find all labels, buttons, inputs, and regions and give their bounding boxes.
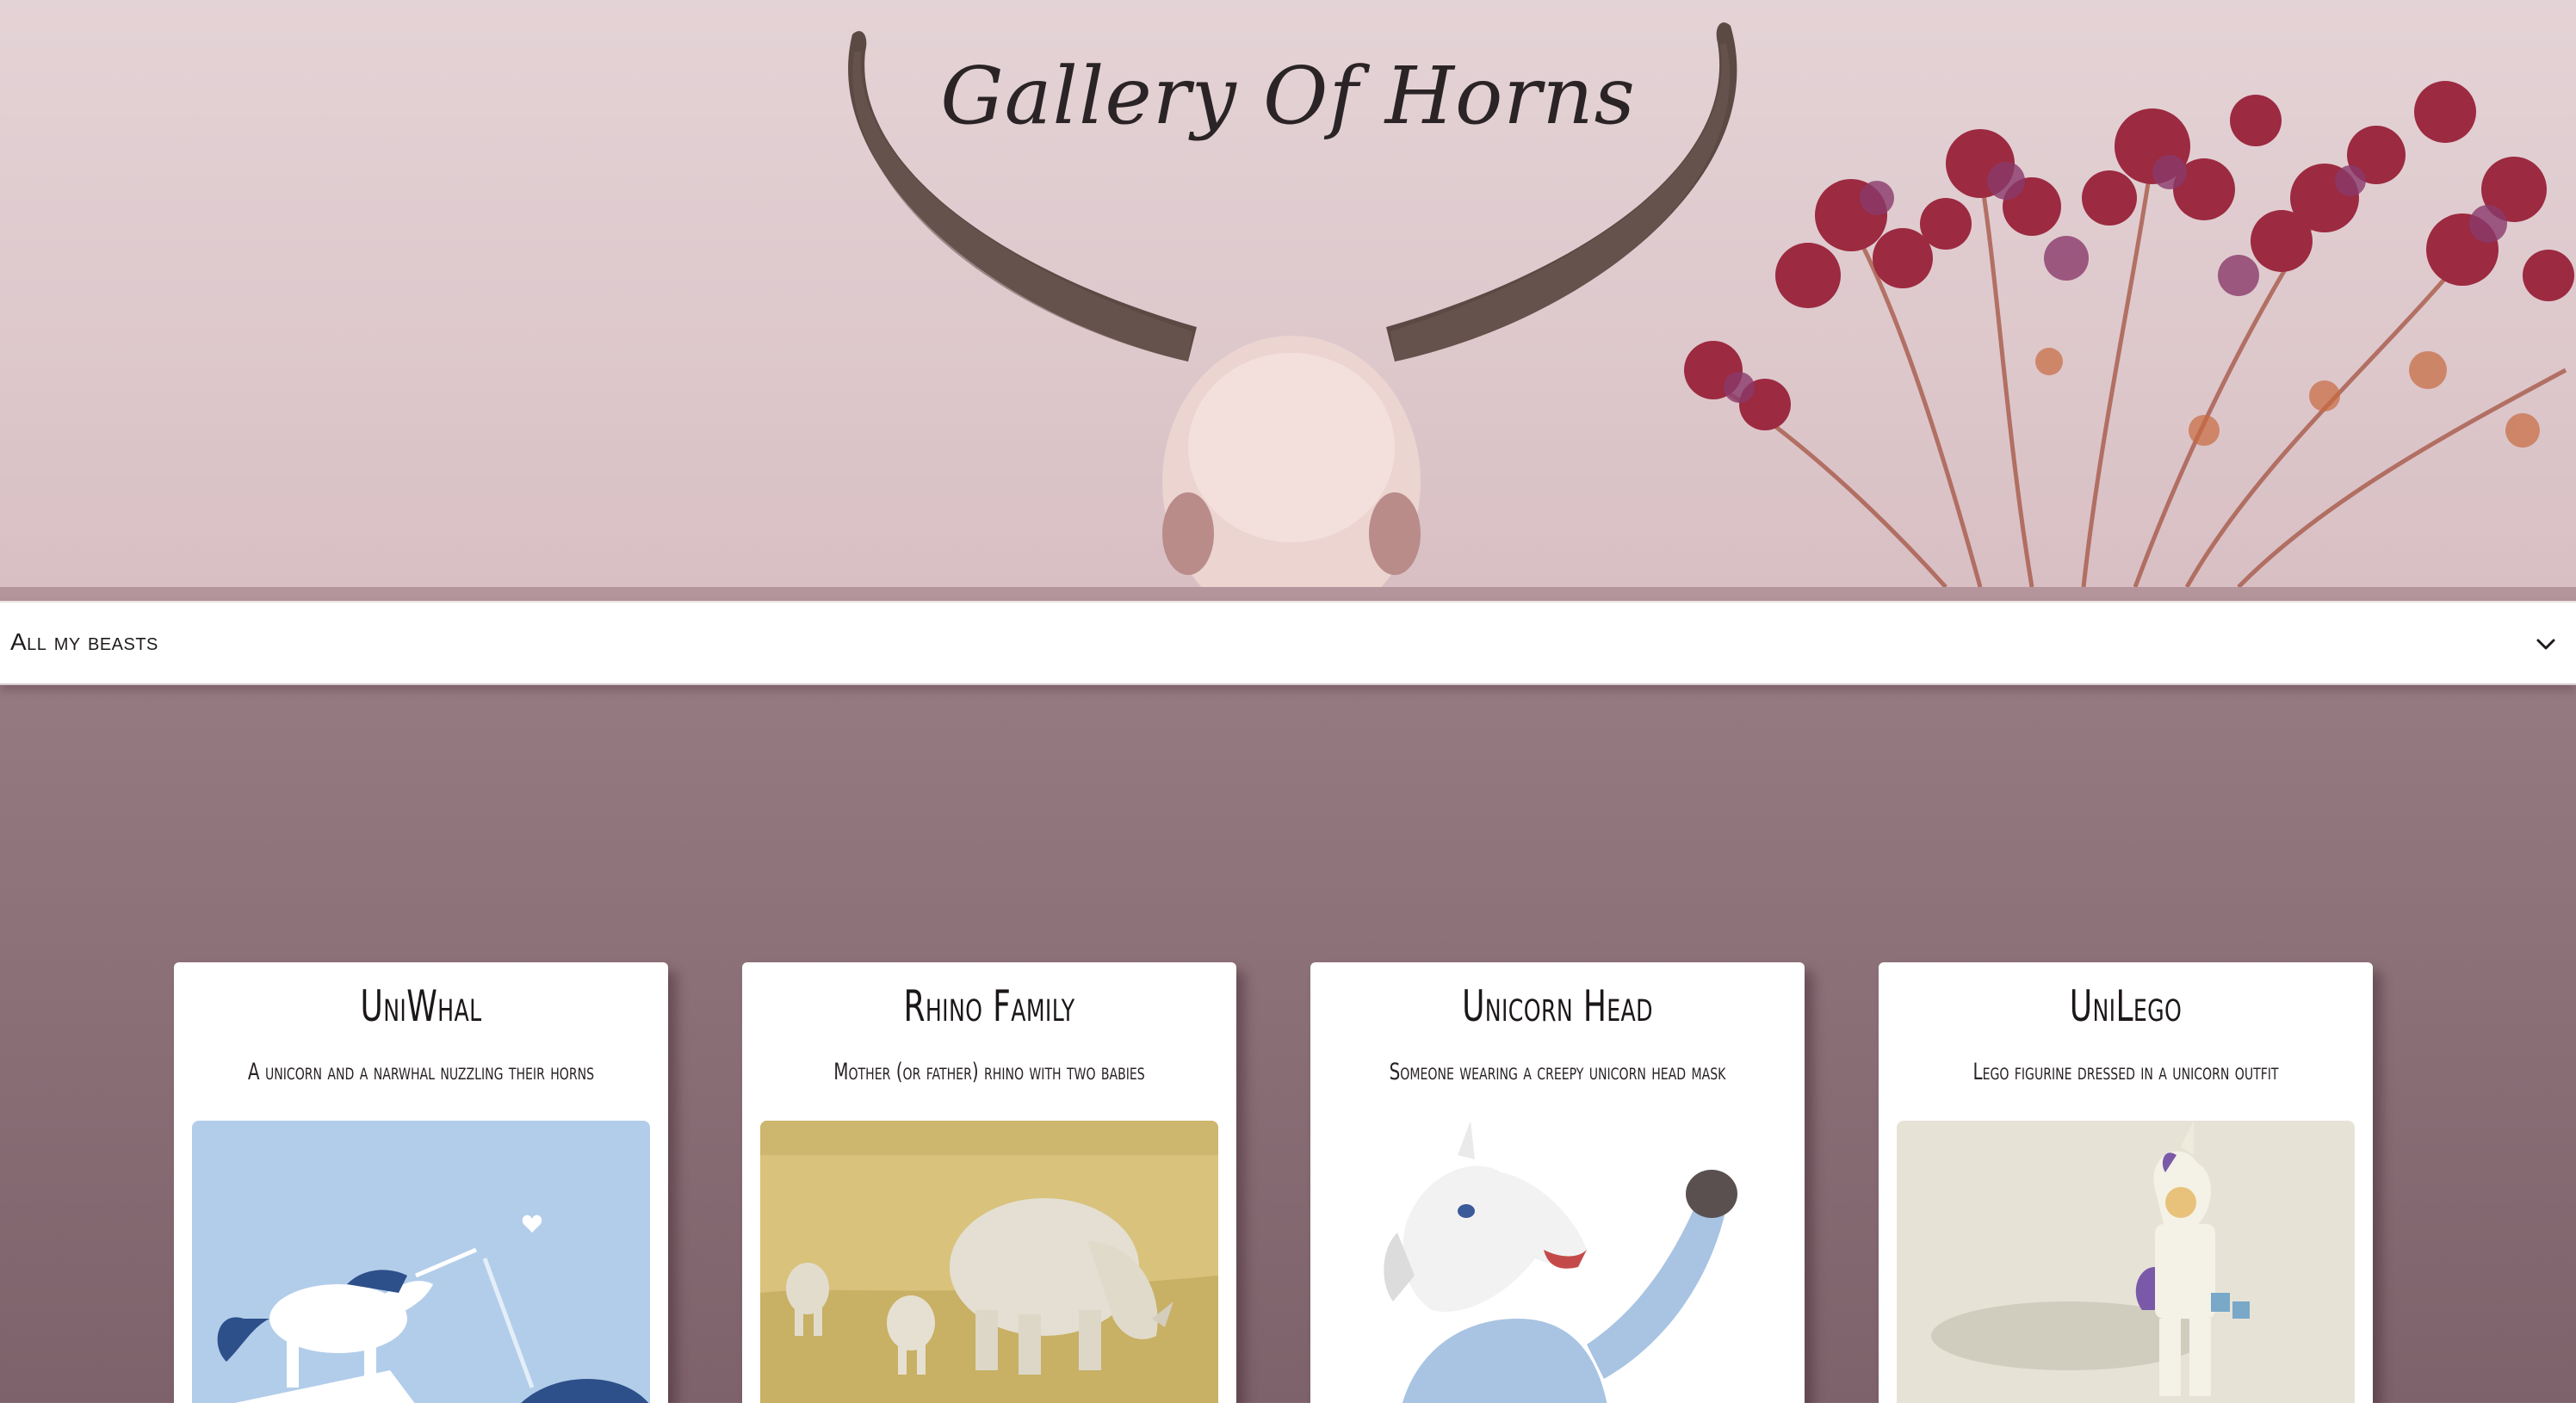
card-image-unicorn-head [1328, 1121, 1786, 1403]
beast-card-rhino-family[interactable]: Rhino Family Mother (or father) rhino wi… [742, 962, 1236, 1403]
beast-card-unilego[interactable]: UniLego Lego figurine dressed in a unico… [1879, 962, 2373, 1403]
chevron-down-icon [2536, 639, 2555, 650]
beast-card-unicorn-head[interactable]: Unicorn Head Someone wearing a creepy un… [1310, 962, 1805, 1403]
card-description: Mother (or father) rhino with two babies [833, 1059, 1145, 1085]
filter-selected-value: All my beasts [10, 628, 158, 655]
hero-banner: Gallery Of Horns [0, 0, 2576, 587]
hero-divider [0, 587, 2576, 601]
card-description: Lego figurine dressed in a unicorn outfi… [1972, 1059, 2279, 1085]
beast-card-uniwhal[interactable]: UniWhal A unicorn and a narwhal nuzzling… [174, 962, 668, 1403]
card-image-uniwhal [192, 1121, 650, 1403]
page-title: Gallery Of Horns [940, 50, 1636, 142]
beast-filter-select[interactable]: All my beasts [0, 601, 2576, 685]
card-title: UniLego [2069, 981, 2183, 1031]
card-title: Unicorn Head [1462, 981, 1653, 1031]
card-title: Rhino Family [903, 981, 1075, 1031]
card-image-unilego [1897, 1121, 2355, 1403]
card-description: Someone wearing a creepy unicorn head ma… [1389, 1059, 1726, 1085]
card-image-rhino-family [760, 1121, 1218, 1403]
card-title: UniWhal [360, 981, 482, 1031]
card-description: A unicorn and a narwhal nuzzling their h… [247, 1059, 595, 1085]
